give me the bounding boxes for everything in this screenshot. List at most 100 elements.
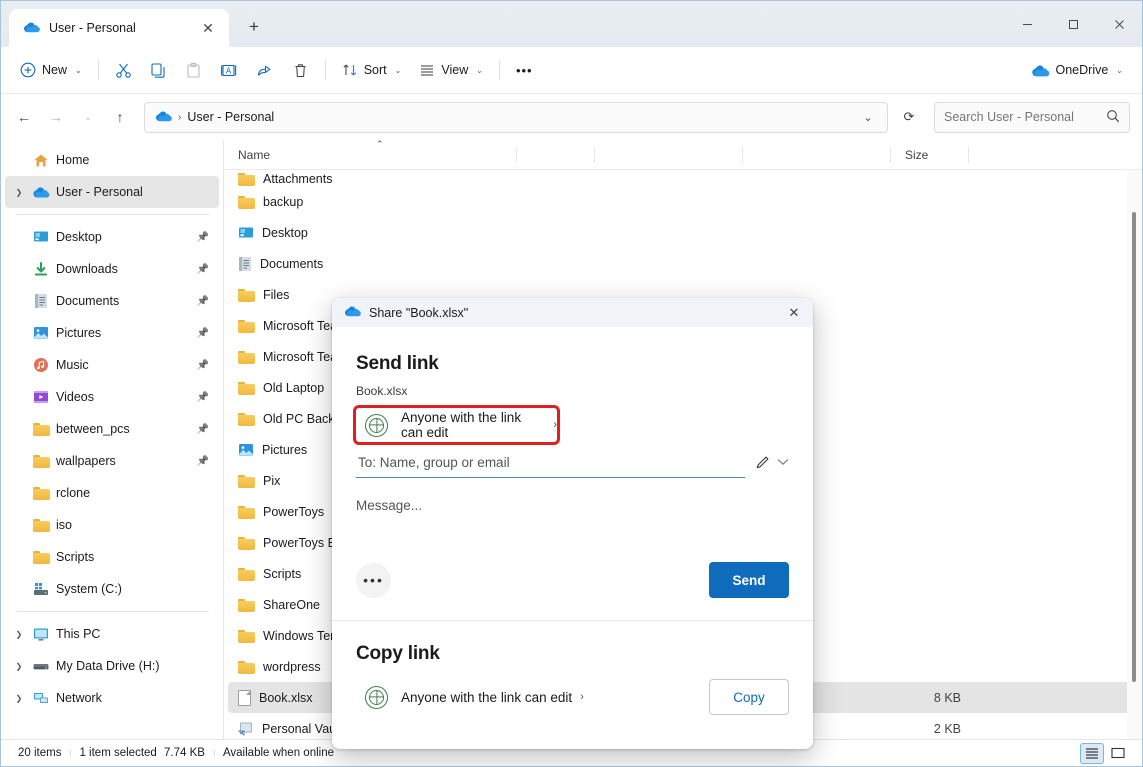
column-header-name[interactable]: Name ⌃	[224, 140, 517, 170]
chevron-down-icon[interactable]	[777, 458, 789, 469]
pencil-icon[interactable]	[755, 454, 771, 473]
copy-link-permission-button[interactable]: Anyone with the link can edit ›	[356, 685, 584, 709]
pictures-icon	[33, 326, 49, 340]
sidebar-item-this-pc[interactable]: ❯ This PC	[5, 618, 219, 650]
sidebar-item-my-data-drive-h[interactable]: ❯ My Data Drive (H:)	[5, 650, 219, 682]
sidebar-item-user-personal[interactable]: ❯ User - Personal	[5, 176, 219, 208]
pin-icon[interactable]: 📌	[197, 456, 209, 467]
search-input[interactable]: Search User - Personal	[934, 101, 1130, 133]
close-tab-icon[interactable]: ✕	[195, 15, 221, 41]
copy-button[interactable]: Copy	[709, 679, 789, 715]
share-button[interactable]	[247, 54, 283, 86]
chevron-right-icon[interactable]: ❯	[9, 630, 29, 639]
nav-divider	[17, 214, 209, 215]
close-icon[interactable]: ✕	[779, 299, 809, 326]
forward-button[interactable]: →	[41, 102, 71, 132]
tab-user-personal[interactable]: User - Personal ✕	[9, 9, 229, 47]
sidebar-item-music[interactable]: ❯ Music 📌	[5, 349, 219, 381]
view-button[interactable]: View ⌄	[410, 54, 492, 86]
recipient-actions	[755, 454, 789, 478]
address-bar: ← → ⌄ ↑ › User - Personal ⌄ ⟳ Search Use…	[1, 94, 1142, 140]
more-options-button[interactable]: •••	[507, 54, 542, 86]
sidebar-item-desktop[interactable]: ❯ Desktop 📌	[5, 221, 219, 253]
delete-button[interactable]	[283, 54, 318, 86]
sidebar-item-scripts[interactable]: ❯ Scripts	[5, 541, 219, 573]
folder-icon	[238, 350, 255, 364]
sidebar-item-rclone[interactable]: ❯ rclone	[5, 477, 219, 509]
dialog-more-options-button[interactable]: •••	[356, 562, 391, 598]
new-tab-button[interactable]: +	[237, 10, 271, 44]
sidebar-item-between-pcs[interactable]: ❯ between_pcs 📌	[5, 413, 219, 445]
status-view-buttons	[1080, 742, 1134, 764]
address-dropdown-icon[interactable]: ⌄	[855, 104, 881, 130]
pin-icon[interactable]: 📌	[197, 264, 209, 275]
pin-icon[interactable]: 📌	[197, 424, 209, 435]
table-row[interactable]: Documents	[228, 248, 1136, 279]
nav-icon-wrap	[29, 486, 53, 500]
breadcrumb-path[interactable]: User - Personal	[187, 110, 274, 124]
status-item-count: 20 items	[18, 747, 62, 759]
new-button[interactable]: New ⌄	[11, 54, 91, 86]
file-name: Desktop	[262, 225, 308, 240]
send-link-permission-button[interactable]: Anyone with the link can edit ›	[353, 405, 560, 445]
vertical-scrollbar[interactable]	[1127, 170, 1141, 739]
send-button[interactable]: Send	[709, 562, 789, 598]
column-header-status[interactable]	[517, 140, 595, 170]
sidebar-item-network[interactable]: ❯ Network	[5, 682, 219, 714]
table-row[interactable]: Desktop	[228, 217, 1136, 248]
pin-icon[interactable]: 📌	[197, 328, 209, 339]
sidebar-item-documents[interactable]: ❯ Documents 📌	[5, 285, 219, 317]
maximize-button[interactable]	[1050, 1, 1096, 47]
sidebar-item-videos[interactable]: ❯ Videos 📌	[5, 381, 219, 413]
chevron-right-icon[interactable]: ❯	[9, 694, 29, 703]
pin-icon[interactable]: 📌	[197, 232, 209, 243]
column-header-size[interactable]: Size	[891, 140, 969, 170]
sort-button[interactable]: Sort ⌄	[333, 54, 411, 86]
breadcrumb[interactable]: › User - Personal ⌄	[144, 101, 888, 133]
sidebar-item-label: iso	[56, 518, 72, 532]
details-view-icon[interactable]	[1080, 742, 1104, 764]
sidebar-item-home[interactable]: ❯ Home	[5, 144, 219, 176]
message-input[interactable]: Message...	[356, 498, 789, 513]
chevron-down-icon: ⌄	[394, 65, 402, 75]
rename-button[interactable]: A	[211, 54, 247, 86]
sidebar-item-pictures[interactable]: ❯ Pictures 📌	[5, 317, 219, 349]
sidebar-item-wallpapers[interactable]: ❯ wallpapers 📌	[5, 445, 219, 477]
folder-icon	[238, 381, 255, 395]
paste-button[interactable]	[176, 54, 211, 86]
sidebar-item-downloads[interactable]: ❯ Downloads 📌	[5, 253, 219, 285]
folder-icon	[32, 518, 50, 532]
onedrive-status-button[interactable]: OneDrive ⌄	[1022, 54, 1133, 86]
recipient-input[interactable]: To: Name, group or email	[356, 455, 745, 478]
minimize-button[interactable]	[1004, 1, 1050, 47]
chevron-right-icon[interactable]: ❯	[9, 662, 29, 671]
pin-icon[interactable]: 📌	[197, 296, 209, 307]
scrollbar-thumb[interactable]	[1132, 212, 1136, 682]
refresh-button[interactable]: ⟳	[894, 102, 924, 132]
nav-icon-wrap	[29, 661, 53, 672]
pin-icon[interactable]: 📌	[197, 360, 209, 371]
sidebar-item-label: wallpapers	[56, 454, 116, 468]
sidebar-item-iso[interactable]: ❯ iso	[5, 509, 219, 541]
table-row[interactable]: Attachments	[228, 170, 1136, 186]
home-icon	[33, 153, 49, 168]
chevron-right-icon[interactable]: ❯	[9, 188, 29, 197]
column-header-date[interactable]	[595, 140, 743, 170]
sidebar-item-system-c[interactable]: ❯ System (C:)	[5, 573, 219, 605]
downloads-icon	[33, 261, 49, 277]
preview-pane-icon[interactable]	[1106, 743, 1130, 764]
documents-icon	[238, 256, 252, 272]
close-window-button[interactable]	[1096, 1, 1142, 47]
sidebar-item-label: between_pcs	[56, 422, 130, 436]
back-button[interactable]: ←	[9, 102, 39, 132]
column-header-type[interactable]	[743, 140, 891, 170]
up-button[interactable]: ↑	[105, 102, 135, 132]
pin-icon[interactable]: 📌	[197, 392, 209, 403]
cut-button[interactable]	[106, 54, 141, 86]
nav-icon-wrap	[29, 518, 53, 532]
recent-locations-button[interactable]: ⌄	[73, 102, 103, 132]
address-actions: ⌄	[855, 104, 881, 130]
send-link-heading: Send link	[356, 353, 439, 374]
table-row[interactable]: backup	[228, 186, 1136, 217]
copy-button[interactable]	[141, 54, 176, 86]
